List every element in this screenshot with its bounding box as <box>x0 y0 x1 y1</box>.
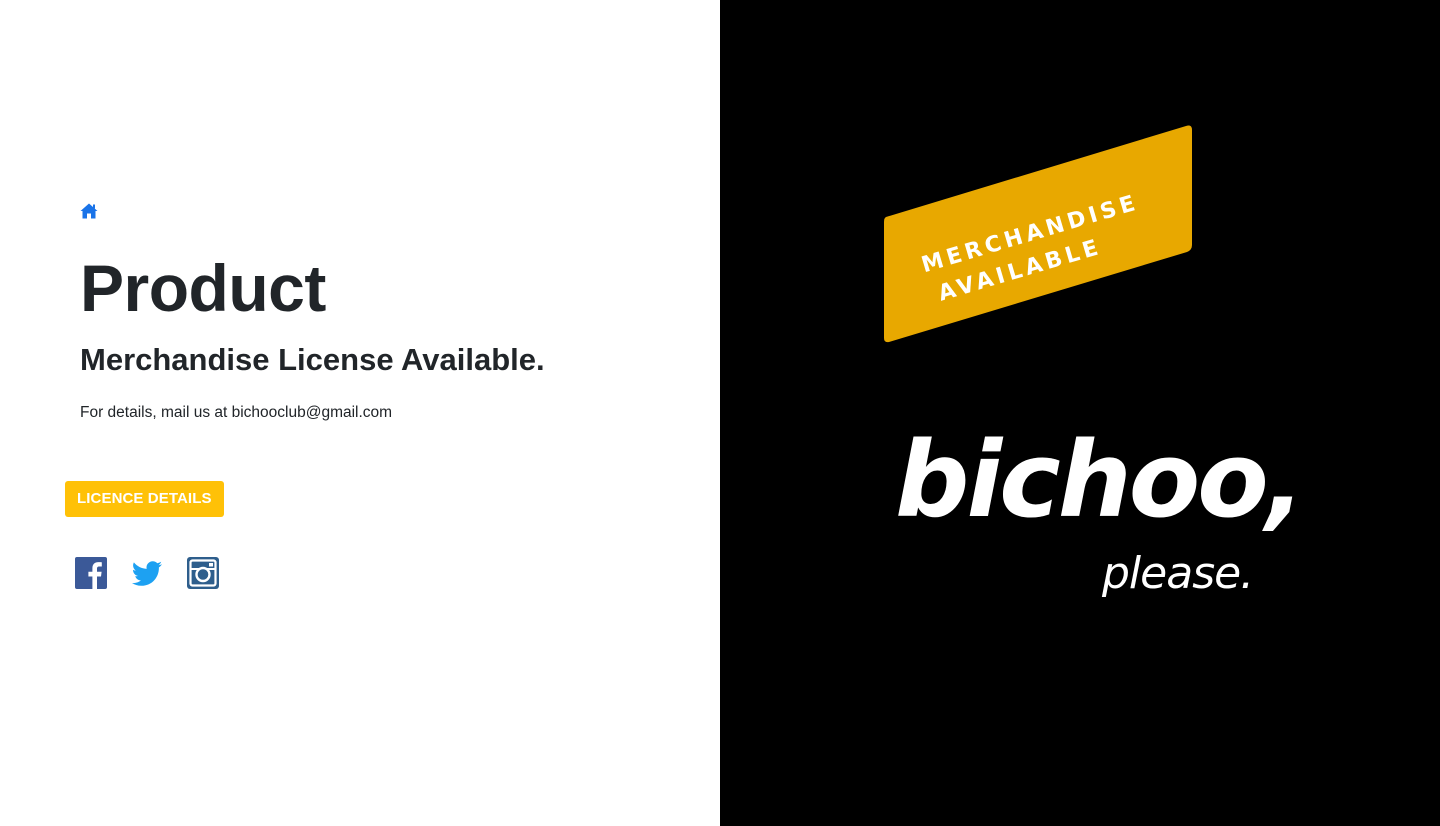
twitter-icon <box>131 561 162 586</box>
instagram-link[interactable] <box>187 557 219 589</box>
facebook-icon <box>75 557 107 589</box>
brand-wordmark: bichoo, <box>895 419 1305 541</box>
home-icon <box>80 203 98 219</box>
merchandise-banner: MERCHANDISE AVAILABLE <box>884 125 1192 343</box>
brand-artwork-panel: MERCHANDISE AVAILABLE bichoo, please. <box>720 0 1440 826</box>
home-link[interactable] <box>80 203 98 219</box>
left-panel: Product Merchandise License Available. F… <box>0 0 720 826</box>
twitter-link[interactable] <box>131 557 163 589</box>
brand-tagline: please. <box>1102 548 1254 599</box>
social-links <box>75 557 219 589</box>
instagram-icon <box>187 557 219 589</box>
page-subtitle: Merchandise License Available. <box>80 342 545 377</box>
licence-details-button[interactable]: LICENCE DETAILS <box>65 481 224 517</box>
page: Product Merchandise License Available. F… <box>0 0 1440 826</box>
facebook-link[interactable] <box>75 557 107 589</box>
page-title: Product <box>80 251 326 325</box>
contact-details-text: For details, mail us at bichooclub@gmail… <box>80 404 393 421</box>
